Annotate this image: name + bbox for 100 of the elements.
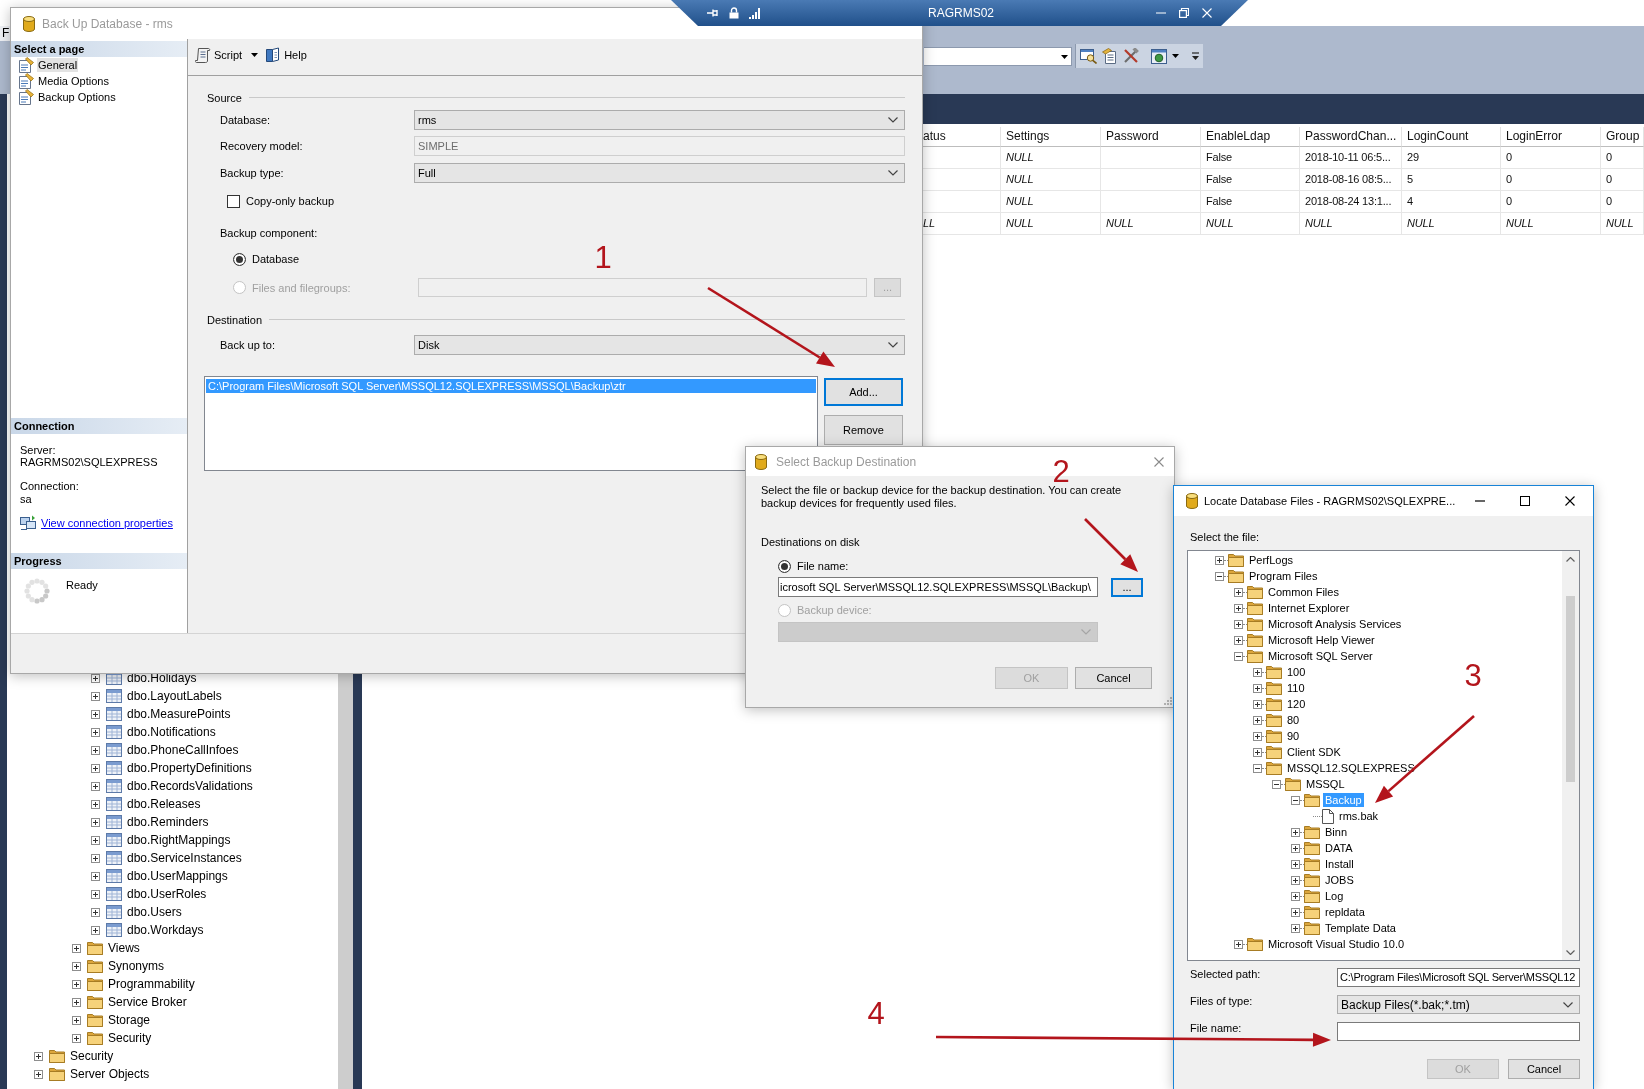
column-header[interactable]: LoginError [1501, 127, 1601, 147]
tree-item[interactable]: 120 [1285, 697, 1308, 711]
pin-icon[interactable] [707, 8, 719, 18]
expand-icon[interactable] [1253, 747, 1262, 757]
tree-item[interactable]: Client SDK [1285, 745, 1343, 759]
column-header[interactable]: Settings [1001, 127, 1101, 147]
scrollbar-thumb[interactable] [1566, 596, 1575, 782]
tree-item[interactable]: Security [107, 1031, 153, 1045]
expand-icon[interactable] [91, 871, 100, 881]
tree-item[interactable]: dbo.Workdays [126, 923, 205, 937]
input-field[interactable]: icrosoft SQL Server\MSSQL12.SQLEXPRESS\MSSQL\Backup\ [778, 577, 1098, 597]
tree-item[interactable]: Storage [107, 1013, 152, 1027]
menu-item[interactable]: F [0, 26, 10, 41]
tree-item[interactable]: Synonyms [107, 959, 166, 973]
column-header[interactable]: LoginCount [1402, 127, 1501, 147]
toolbar-button[interactable]: Help [265, 47, 307, 63]
tree-item[interactable]: dbo.UserRoles [126, 887, 208, 901]
tree-item[interactable]: dbo.Reminders [126, 815, 210, 829]
expand-icon[interactable] [34, 1051, 43, 1061]
toolbar-button[interactable]: Script [195, 47, 243, 63]
tree-item[interactable]: dbo.PhoneCallInfoes [126, 743, 240, 757]
expand-icon[interactable] [1291, 875, 1300, 885]
expand-icon[interactable] [91, 709, 100, 719]
more-icon[interactable] [1192, 51, 1199, 61]
lock-icon[interactable] [729, 7, 739, 19]
expand-icon[interactable] [1234, 939, 1243, 949]
tree-item[interactable]: dbo.Notifications [126, 725, 217, 739]
expand-icon[interactable] [1253, 667, 1262, 677]
expand-icon[interactable] [1234, 603, 1243, 613]
radio-button[interactable] [233, 252, 246, 266]
radio-button[interactable] [778, 559, 791, 573]
tree-item[interactable]: dbo.Releases [126, 797, 202, 811]
collapse-icon[interactable] [1215, 571, 1224, 581]
expand-icon[interactable] [1291, 907, 1300, 917]
expand-icon[interactable] [34, 1069, 43, 1079]
column-header[interactable]: Password [1101, 127, 1201, 147]
link[interactable]: View connection properties [41, 516, 173, 529]
magnifier-window-icon[interactable] [1080, 48, 1097, 64]
tree-item[interactable]: Server Objects [69, 1067, 151, 1081]
expand-icon[interactable] [91, 907, 100, 917]
expand-icon[interactable] [1253, 699, 1262, 709]
tree-item[interactable]: rms.bak [1337, 809, 1381, 823]
expand-icon[interactable] [91, 835, 100, 845]
expand-icon[interactable] [72, 979, 81, 989]
scrollbar-thumb[interactable] [338, 674, 353, 1089]
page-item[interactable]: Media Options [37, 74, 110, 88]
tree-item[interactable]: 90 [1285, 729, 1302, 743]
tree-item[interactable]: Microsoft SQL Server [1266, 649, 1375, 663]
collapse-icon[interactable] [1272, 779, 1281, 789]
tree-item[interactable]: dbo.PropertyDefinitions [126, 761, 253, 775]
tree-item[interactable]: dbo.UserMappings [126, 869, 229, 883]
input-field[interactable]: SIMPLE [414, 136, 905, 156]
input-field[interactable]: C:\Program Files\Microsoft SQL Server\MSSQL12 [1337, 968, 1580, 987]
tree-item[interactable]: 80 [1285, 713, 1302, 727]
tools-icon[interactable] [1123, 48, 1139, 64]
expand-icon[interactable] [72, 943, 81, 953]
tree-item[interactable]: 100 [1285, 665, 1308, 679]
window-globe-icon[interactable] [1151, 48, 1167, 64]
expand-icon[interactable] [1291, 891, 1300, 901]
chevron-up-icon[interactable] [1566, 557, 1575, 562]
restore-icon[interactable] [1179, 8, 1189, 18]
tree-item[interactable]: repldata [1323, 905, 1367, 919]
column-header[interactable]: Group [1601, 127, 1644, 147]
expand-icon[interactable] [1253, 715, 1262, 725]
page-item[interactable]: General [37, 58, 79, 72]
tree-item[interactable]: dbo.Holidays [126, 671, 198, 685]
resize-grip-icon[interactable] [1164, 697, 1172, 705]
column-header[interactable]: PasswordChan... [1300, 127, 1402, 147]
expand-icon[interactable] [1253, 683, 1262, 693]
expand-icon[interactable] [91, 691, 100, 701]
collapse-icon[interactable] [1234, 651, 1243, 661]
tree-item[interactable]: Binn [1323, 825, 1350, 839]
tree-item[interactable]: dbo.MeasurePoints [126, 707, 232, 721]
expand-icon[interactable] [91, 925, 100, 935]
tree-item[interactable]: Install [1323, 857, 1356, 871]
tree-item[interactable]: Template Data [1323, 921, 1398, 935]
expand-icon[interactable] [72, 997, 81, 1007]
expand-icon[interactable] [1234, 619, 1243, 629]
dropdown[interactable]: Full [414, 163, 905, 183]
tree-item[interactable]: MSSQL [1304, 777, 1347, 791]
tree-item[interactable]: dbo.LayoutLabels [126, 689, 223, 703]
expand-icon[interactable] [91, 673, 100, 683]
collapse-icon[interactable] [1291, 795, 1300, 805]
tree-panel[interactable] [1187, 550, 1580, 961]
tree-item[interactable]: Views [107, 941, 141, 955]
tree-item[interactable]: Service Broker [107, 995, 188, 1009]
expand-icon[interactable] [91, 745, 100, 755]
tree-item[interactable]: dbo.Users [126, 905, 183, 919]
page-item[interactable]: Backup Options [37, 90, 117, 104]
expand-icon[interactable] [91, 727, 100, 737]
dropdown[interactable]: Disk [414, 335, 905, 355]
tree-item[interactable]: dbo.RightMappings [126, 833, 232, 847]
tree-item[interactable]: DATA [1323, 841, 1355, 855]
input-field[interactable] [1337, 1022, 1580, 1041]
dropdown-field[interactable] [924, 47, 1072, 66]
collapse-icon[interactable] [1253, 763, 1262, 773]
close-icon[interactable] [1565, 496, 1575, 506]
expand-icon[interactable] [1234, 587, 1243, 597]
tree-item[interactable]: Security [69, 1049, 115, 1063]
tree-item[interactable]: PerfLogs [1247, 553, 1296, 567]
